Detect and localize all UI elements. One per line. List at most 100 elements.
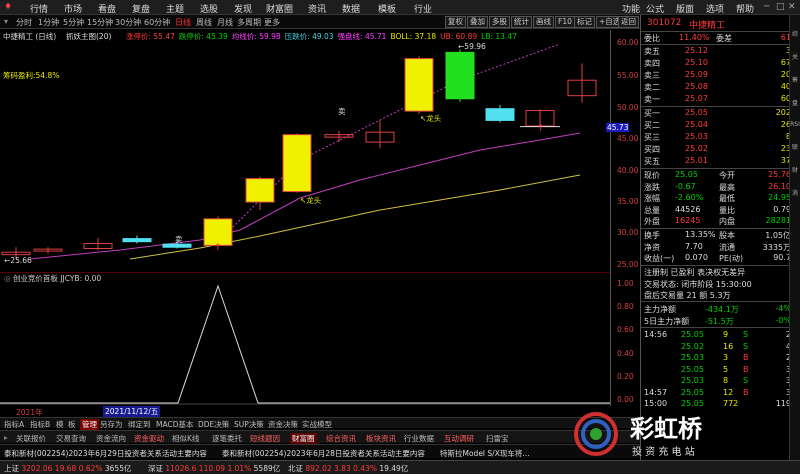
- tab-sup[interactable]: SUP决策: [234, 419, 264, 430]
- info-note[interactable]: 注册制 已盈利 表决权无差异: [641, 267, 791, 277]
- ask-row[interactable]: 卖五25.123: [641, 46, 791, 56]
- menu-item-wealth[interactable]: 财富圈: [266, 2, 293, 15]
- tick-row[interactable]: 25.033B2: [641, 353, 791, 363]
- tab-model[interactable]: 实战模型: [302, 419, 332, 430]
- menu-item-data[interactable]: 数据: [342, 2, 360, 15]
- tab-indicator-a[interactable]: 指标A: [4, 419, 24, 430]
- tab-dde[interactable]: DDE决策: [198, 419, 229, 430]
- side-tab[interactable]: 筹: [790, 75, 800, 84]
- side-tab[interactable]: 综: [790, 29, 800, 38]
- tab-trade-query[interactable]: 交易查询: [56, 433, 86, 444]
- menu-item-hq[interactable]: 行情: [30, 2, 48, 15]
- app-logo-icon[interactable]: ♦: [4, 2, 12, 12]
- collapse-icon[interactable]: ▸: [4, 433, 8, 442]
- period-tab-monthly[interactable]: 月线: [217, 17, 233, 28]
- menu-item-kanpan[interactable]: 看盘: [98, 2, 116, 15]
- fund-flow-row[interactable]: 主力净额 -434.1万 -4%: [641, 304, 791, 314]
- tab-mo[interactable]: 模: [56, 419, 64, 430]
- menu-item-template[interactable]: 模板: [378, 2, 396, 15]
- tab-wealth-circle[interactable]: 财富圈: [290, 433, 317, 444]
- menu-item-formula[interactable]: 公式: [646, 2, 664, 15]
- side-tab[interactable]: 联: [790, 142, 800, 151]
- menu-item-market[interactable]: 市场: [64, 2, 82, 15]
- back-button[interactable]: 返回: [618, 16, 639, 28]
- stat-row[interactable]: 涨幅 -2.60% 最低 24.95: [641, 193, 791, 203]
- period-tab-30min[interactable]: 30分钟: [115, 17, 141, 28]
- index-sz[interactable]: 深证 11026.6 110.09 1.01% 5589亿: [148, 463, 280, 474]
- overlay-button[interactable]: 叠加: [467, 16, 488, 28]
- stat-row[interactable]: 现价 25.05 今开 25.76: [641, 170, 791, 180]
- side-tab[interactable]: 财: [790, 165, 800, 174]
- fuquan-button[interactable]: 复权: [445, 16, 466, 28]
- menu-item-theme[interactable]: 主题: [166, 2, 184, 15]
- period-tab-60min[interactable]: 60分钟: [144, 17, 170, 28]
- tab-sector-news[interactable]: 板块资讯: [366, 433, 396, 444]
- stat-row[interactable]: 净资 7.70 流通 3335万: [641, 242, 791, 252]
- period-tab-5min[interactable]: 5分钟: [63, 17, 84, 28]
- menu-item-function[interactable]: 功能: [622, 2, 640, 15]
- tab-order-detail[interactable]: 逐笔委托: [212, 433, 242, 444]
- tab-similar-kline[interactable]: 相似K线: [172, 433, 199, 444]
- tick-row[interactable]: 25.055B3: [641, 365, 791, 375]
- news-item[interactable]: 泰和新材(002254)2023年6月28日投资者关系活动主要内容: [222, 448, 425, 459]
- tab-fund-driver[interactable]: 资金驱动: [134, 433, 164, 444]
- period-tab-daily[interactable]: 日线: [175, 17, 191, 28]
- bid-row[interactable]: 买五 25.01 37: [641, 156, 791, 166]
- tab-general-news[interactable]: 综合资讯: [326, 433, 356, 444]
- tab-ban[interactable]: 板: [68, 419, 76, 430]
- ask-row[interactable]: 卖二 25.08 40: [641, 82, 791, 92]
- period-tab-multi[interactable]: 多周期: [237, 17, 261, 28]
- news-item[interactable]: 泰和新材(002254)2023年6月29日投资者关系活动主要内容: [4, 448, 207, 459]
- maximize-icon[interactable]: □: [776, 2, 785, 12]
- tab-fund[interactable]: 资金决策: [268, 419, 298, 430]
- side-tab[interactable]: 消: [790, 188, 800, 197]
- period-tab-15min[interactable]: 15分钟: [87, 17, 113, 28]
- bid-row[interactable]: 买一 25.05 202: [641, 108, 791, 118]
- ask-row[interactable]: 卖一 25.07 60: [641, 94, 791, 104]
- side-tab[interactable]: RSI: [790, 121, 800, 128]
- menu-item-select[interactable]: 选股: [200, 2, 218, 15]
- news-item[interactable]: 特斯拉Model S/X现车将…: [440, 448, 530, 459]
- mark-button[interactable]: 标记: [574, 16, 595, 28]
- info-note[interactable]: 交易状态: 闭市阶段 15:30:00: [641, 279, 791, 289]
- tab-manage[interactable]: 管理: [80, 419, 99, 430]
- stats-button[interactable]: 统计: [511, 16, 532, 28]
- side-tab[interactable]: 盘: [790, 98, 800, 107]
- multi-stock-button[interactable]: 多股: [489, 16, 510, 28]
- tab-fund-flow[interactable]: 资金流向: [96, 433, 126, 444]
- menu-item-fupan[interactable]: 复盘: [132, 2, 150, 15]
- menu-item-news[interactable]: 资讯: [308, 2, 326, 15]
- ask-row[interactable]: 卖三 25.09 20: [641, 70, 791, 80]
- menu-item-options[interactable]: 选项: [706, 2, 724, 15]
- tab-indicator-b[interactable]: 指标B: [30, 419, 50, 430]
- tab-related-quote[interactable]: 关联报价: [16, 433, 46, 444]
- period-tab-fenshi[interactable]: 分时: [16, 17, 32, 28]
- menu-item-discover[interactable]: 发现: [234, 2, 252, 15]
- toolbar-collapse-icon[interactable]: ▾: [4, 17, 8, 26]
- tab-save-as[interactable]: 另存为: [100, 419, 123, 430]
- tick-row[interactable]: 14:5625.059S2: [641, 330, 791, 340]
- tick-row[interactable]: 25.038S3: [641, 376, 791, 386]
- tab-interactive-research[interactable]: 互动调研: [444, 433, 474, 444]
- sub-indicator-chart[interactable]: [0, 284, 610, 406]
- fund-flow-row[interactable]: 5日主力净额 -51.5万 -0%: [641, 316, 791, 326]
- menu-item-industry[interactable]: 行业: [414, 2, 432, 15]
- index-sh[interactable]: 上证 3202.06 19.68 0.62% 3655亿: [4, 463, 131, 474]
- f10-button[interactable]: F10: [555, 16, 575, 28]
- stat-row[interactable]: 涨跌 -0.67 最高 26.10: [641, 182, 791, 192]
- tick-row[interactable]: 25.0216S4: [641, 342, 791, 352]
- tab-bind[interactable]: 绑定到: [128, 419, 151, 430]
- period-tab-weekly[interactable]: 周线: [196, 17, 212, 28]
- period-tab-1min[interactable]: 1分钟: [38, 17, 59, 28]
- index-bj[interactable]: 北证 892.02 3.83 0.43% 19.49亿: [288, 463, 408, 474]
- minimize-icon[interactable]: ─: [764, 2, 769, 12]
- kline-chart[interactable]: [0, 40, 610, 272]
- stat-row[interactable]: 总量 44526 量比 0.79: [641, 205, 791, 215]
- tick-row[interactable]: 14:5725.0512B3: [641, 388, 791, 398]
- stat-row[interactable]: 换手 13.35% 股本 1.05亿: [641, 230, 791, 240]
- side-tab[interactable]: 关: [790, 52, 800, 61]
- draw-line-button[interactable]: 画线: [533, 16, 554, 28]
- sub-chart-icon[interactable]: ◎: [4, 274, 11, 283]
- tab-risk-scan[interactable]: 扫雷宝: [486, 433, 509, 444]
- period-tab-more[interactable]: 更多: [264, 17, 280, 28]
